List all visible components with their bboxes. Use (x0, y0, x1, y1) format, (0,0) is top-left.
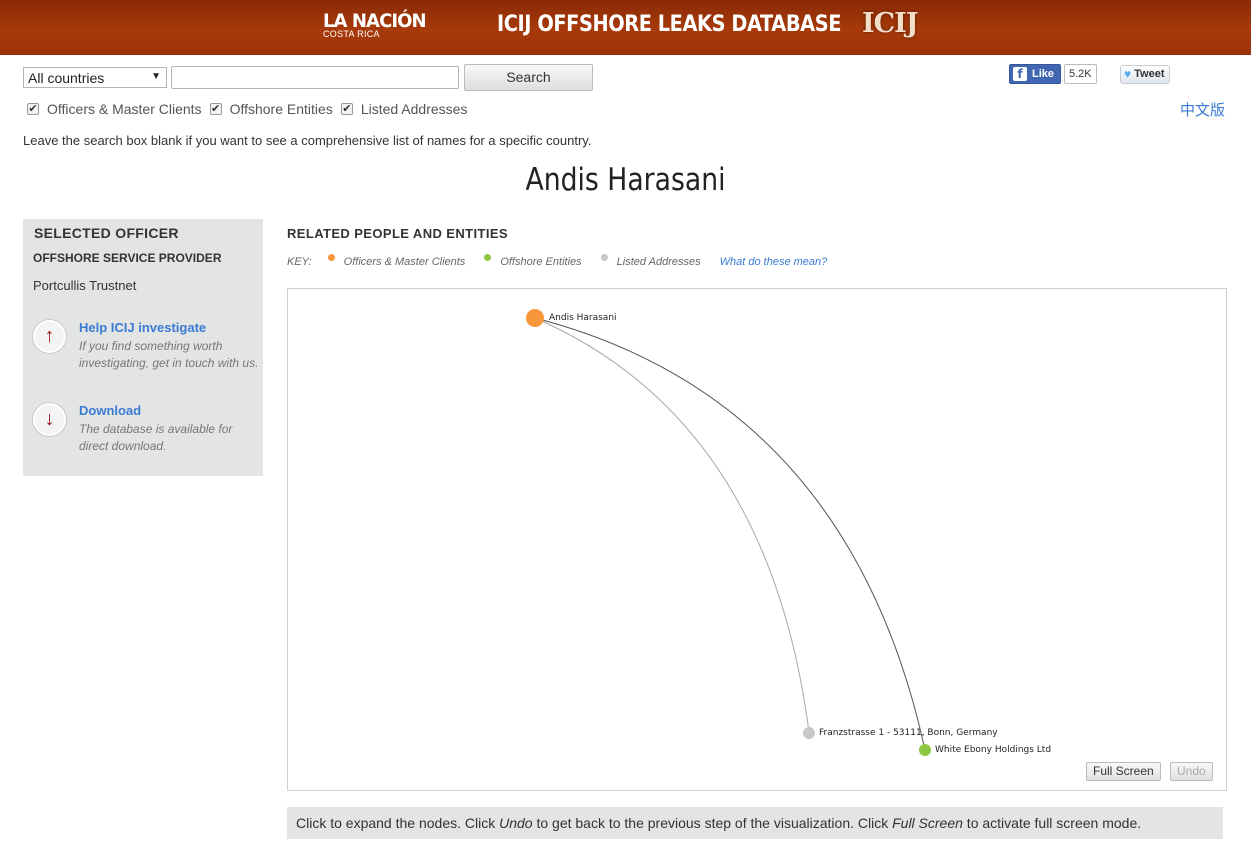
page-title: Andis Harasani (525, 162, 726, 198)
search-button[interactable]: Search (464, 64, 593, 91)
checkbox-entities[interactable]: ✔ (209, 103, 222, 115)
address-dot-icon (600, 253, 608, 261)
what-do-these-mean-link[interactable]: What do these mean? (720, 256, 828, 268)
node-entity[interactable] (919, 744, 931, 756)
la-nacion-logo-text: LA NACIÓN (323, 10, 427, 32)
full-screen-button[interactable]: Full Screen (1086, 762, 1161, 781)
node-address-label: Franzstrasse 1 - 53111, Bonn, Germany (819, 728, 998, 738)
facebook-icon: f (1013, 67, 1027, 81)
key-item-entities: Offshore Entities (484, 253, 582, 268)
edge-officer-entity (534, 317, 926, 751)
sidebar-title: SELECTED OFFICER (34, 225, 179, 241)
country-select-value: All countries (28, 70, 105, 86)
sidebar-provider-name: Portcullis Trustnet (33, 278, 137, 293)
site-title[interactable]: ICIJ OFFSHORE LEAKS DATABASE (497, 12, 841, 37)
tweet-button[interactable]: ♥ Tweet (1120, 65, 1171, 84)
node-officer[interactable] (526, 309, 544, 327)
related-title: RELATED PEOPLE AND ENTITIES (287, 226, 508, 241)
filter-entities-label: Offshore Entities (229, 101, 333, 117)
network-graph-canvas[interactable]: Andis Harasani Franzstrasse 1 - 53111, B… (288, 289, 1226, 790)
node-entity-label: White Ebony Holdings Ltd (935, 745, 1051, 755)
icij-logo[interactable]: ICIJ (862, 8, 919, 39)
arrow-up-icon[interactable]: ↑ (33, 320, 66, 353)
filter-officers-label: Officers & Master Clients (47, 101, 202, 117)
key-item-officers: Officers & Master Clients (327, 253, 466, 268)
like-label: Like (1032, 68, 1055, 80)
key-item-addresses: Listed Addresses (600, 253, 701, 268)
search-input[interactable] (171, 66, 459, 89)
filter-addresses[interactable]: ✔ Listed Addresses (340, 101, 468, 117)
sidebar: SELECTED OFFICER OFFSHORE SERVICE PROVID… (23, 219, 263, 476)
help-investigate: ↑ Help ICIJ investigate If you find some… (33, 320, 258, 390)
sidebar-subtitle: OFFSHORE SERVICE PROVIDER (33, 251, 222, 265)
checkbox-addresses[interactable]: ✔ (340, 103, 353, 115)
arrow-down-icon[interactable]: ↓ (33, 403, 66, 436)
download-link[interactable]: Download (79, 403, 141, 418)
node-address[interactable] (803, 727, 815, 739)
chevron-down-icon: ▼ (151, 71, 161, 82)
edge-officer-address (534, 317, 810, 733)
help-investigate-description: If you find something worth investigatin… (79, 339, 259, 370)
instructions-part2: to get back to the previous step of the … (532, 815, 893, 831)
help-investigate-link[interactable]: Help ICIJ investigate (79, 320, 206, 335)
instructions-part3: to activate full screen mode. (962, 815, 1142, 831)
officer-dot-icon (327, 253, 335, 261)
site-header: LA NACIÓN COSTA RICA ICIJ OFFSHORE LEAKS… (0, 0, 1251, 55)
undo-button[interactable]: Undo (1170, 762, 1213, 781)
country-select[interactable]: All countries ▼ (23, 67, 167, 88)
network-graph[interactable]: Andis Harasani Franzstrasse 1 - 53111, B… (287, 288, 1227, 791)
key-addresses-label: Listed Addresses (616, 256, 701, 268)
download-description: The database is available for direct dow… (79, 422, 233, 453)
facebook-like-button[interactable]: f Like (1009, 64, 1062, 84)
graph-instructions: Click to expand the nodes. Click Undo to… (287, 807, 1223, 839)
search-hint: Leave the search box blank if you want t… (23, 133, 592, 148)
key-label: KEY: (287, 256, 312, 268)
la-nacion-logo[interactable]: LA NACIÓN COSTA RICA (323, 11, 431, 39)
checkbox-officers[interactable]: ✔ (27, 103, 39, 115)
instructions-part1: Click to expand the nodes. Click (296, 815, 500, 831)
instructions-undo: Undo (499, 815, 533, 831)
entity-dot-icon (484, 253, 492, 261)
node-officer-label: Andis Harasani (549, 313, 617, 323)
chinese-version-link[interactable]: 中文版 (1180, 99, 1225, 120)
filter-addresses-label: Listed Addresses (360, 101, 468, 117)
graph-key: KEY: Officers & Master Clients Offshore … (287, 253, 828, 268)
twitter-bird-icon: ♥ (1124, 67, 1132, 81)
download: ↓ Download The database is available for… (33, 403, 258, 463)
like-count: 5.2K (1064, 64, 1097, 84)
filter-entities[interactable]: ✔ Offshore Entities (209, 101, 333, 117)
filter-officers[interactable]: ✔ Officers & Master Clients (27, 101, 202, 117)
tweet-label: Tweet (1134, 68, 1165, 80)
key-entities-label: Offshore Entities (500, 256, 582, 268)
search-filters: ✔ Officers & Master Clients ✔ Offshore E… (27, 101, 475, 117)
instructions-full-screen: Full Screen (892, 815, 963, 831)
key-officers-label: Officers & Master Clients (343, 256, 466, 268)
